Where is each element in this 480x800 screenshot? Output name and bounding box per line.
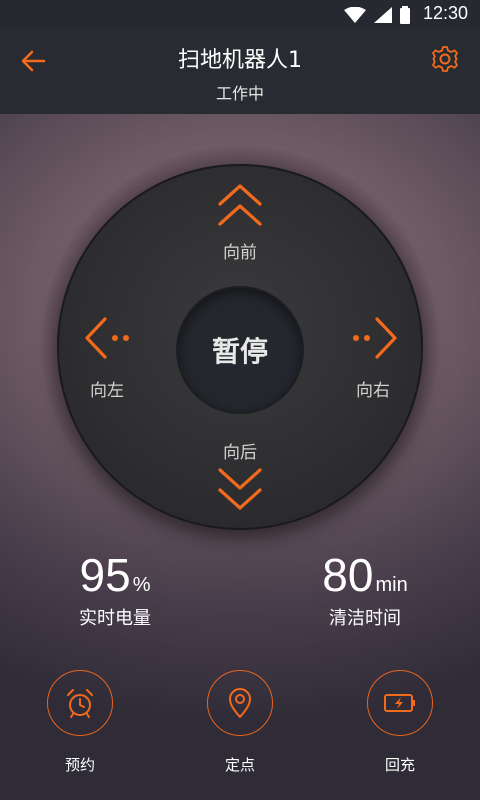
pause-label: 暂停 bbox=[211, 335, 268, 368]
signal-icon bbox=[374, 7, 392, 23]
clean-time-stat: 80 min 清洁时间 bbox=[290, 548, 440, 630]
battery-icon bbox=[400, 6, 410, 24]
left-arrow-icon[interactable] bbox=[83, 316, 133, 360]
right-label: 向右 bbox=[356, 381, 390, 401]
battery-unit: % bbox=[132, 574, 151, 596]
battery-stat: 95% 实时电量 bbox=[40, 548, 190, 630]
wifi-icon bbox=[344, 7, 366, 23]
pause-button[interactable]: 暂停 bbox=[178, 288, 302, 412]
schedule-label: 预约 bbox=[64, 756, 95, 774]
location-pin-icon bbox=[229, 688, 251, 718]
alarm-clock-icon bbox=[67, 689, 93, 718]
battery-value: 95 bbox=[79, 549, 131, 601]
right-arrow-icon[interactable] bbox=[349, 316, 399, 360]
status-bar: 12:30 bbox=[0, 0, 480, 28]
app-screen: 12:30 扫地机器人1 工作中 向前 向左 向右 向后 暂停 95 % 实时电… bbox=[0, 0, 480, 800]
clean-time-value: 80 bbox=[322, 549, 374, 601]
clean-time-unit: min bbox=[375, 574, 408, 596]
back-label: 向后 bbox=[223, 443, 257, 463]
forward-label: 向前 bbox=[223, 243, 257, 263]
page-title: 扫地机器人1 bbox=[178, 48, 302, 73]
recharge-button[interactable]: 回充 bbox=[365, 670, 435, 775]
schedule-button[interactable]: 预约 bbox=[45, 670, 115, 775]
app-header: 扫地机器人1 工作中 bbox=[0, 28, 480, 114]
forward-arrow-icon[interactable] bbox=[217, 184, 263, 228]
battery-charging-icon bbox=[384, 694, 415, 712]
backward-arrow-icon[interactable] bbox=[217, 466, 263, 510]
status-time: 12:30 bbox=[422, 3, 468, 23]
spot-clean-button[interactable]: 定点 bbox=[205, 670, 275, 775]
left-label: 向左 bbox=[90, 381, 124, 401]
clean-time-label: 清洁时间 bbox=[329, 608, 401, 629]
gear-icon bbox=[432, 46, 458, 72]
device-status: 工作中 bbox=[215, 84, 264, 103]
settings-button[interactable] bbox=[430, 44, 460, 74]
recharge-label: 回充 bbox=[384, 756, 415, 774]
battery-label: 实时电量 bbox=[79, 608, 151, 629]
spot-clean-label: 定点 bbox=[224, 756, 255, 774]
